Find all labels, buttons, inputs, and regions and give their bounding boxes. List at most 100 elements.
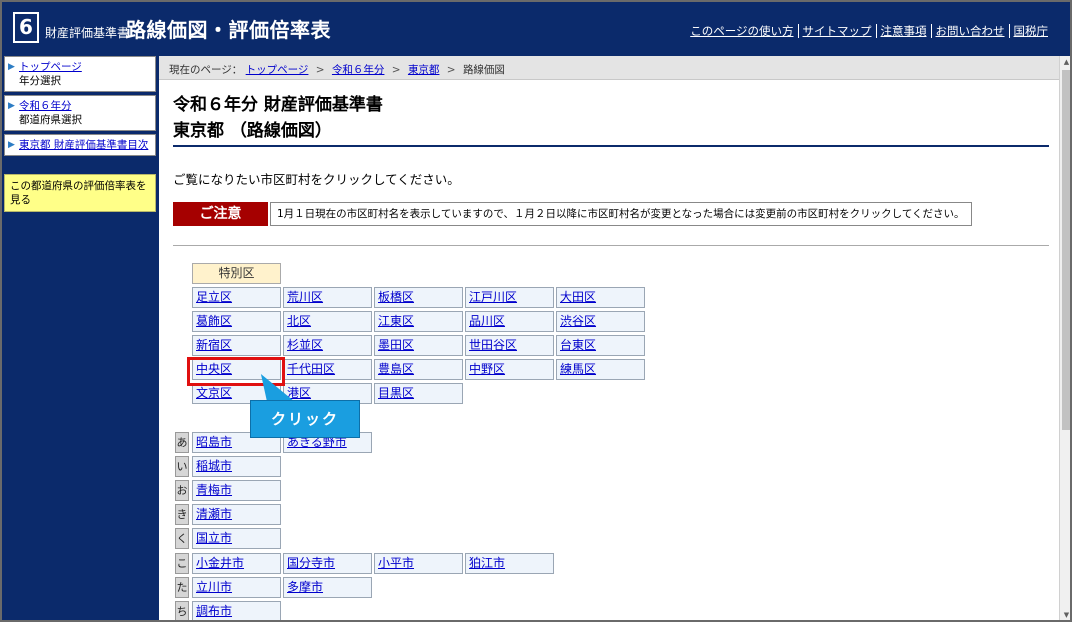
ward-link[interactable]: 葛飾区 xyxy=(196,314,232,328)
browser-frame: 6 財産評価基準書 路線価図・評価倍率表 このページの使い方 サイトマップ 注意… xyxy=(0,0,1072,622)
ward-cell: 板橋区 xyxy=(374,287,463,308)
ward-link[interactable]: 中野区 xyxy=(469,362,505,376)
ward-link[interactable]: 墨田区 xyxy=(378,338,414,352)
ward-link[interactable]: 杉並区 xyxy=(287,338,323,352)
breadcrumb-link-year[interactable]: 令和６年分 xyxy=(332,64,385,76)
city-link[interactable]: 清瀬市 xyxy=(196,507,232,521)
city-link[interactable]: 小金井市 xyxy=(196,556,244,570)
click-callout: クリック xyxy=(250,400,360,438)
header-link-sitemap[interactable]: サイトマップ xyxy=(799,24,877,38)
kana-index: こ xyxy=(175,553,189,574)
ward-cell: 墨田区 xyxy=(374,335,463,356)
city-cell: 小平市 xyxy=(374,553,463,574)
ward-cell: 台東区 xyxy=(556,335,645,356)
city-link[interactable]: 国立市 xyxy=(196,531,232,545)
ward-cell: 中野区 xyxy=(465,359,554,380)
kana-index: き xyxy=(175,504,189,525)
kana-index: お xyxy=(175,480,189,501)
city-cell: 国立市 xyxy=(192,528,281,549)
city-cell: 国分寺市 xyxy=(283,553,372,574)
sidebar-link-year[interactable]: 令和６年分 xyxy=(11,100,72,112)
sidebar-item-sub: 都道府県選択 xyxy=(19,114,82,126)
logo-icon: 6 xyxy=(13,12,39,43)
ward-group-header: 特別区 xyxy=(192,263,281,284)
logo-subtitle: 財産評価基準書 xyxy=(45,26,130,40)
triangle-bullet-icon: ▶ xyxy=(8,101,15,111)
scroll-up-arrow-icon[interactable]: ▲ xyxy=(1060,56,1070,69)
city-link[interactable]: 小平市 xyxy=(378,556,414,570)
breadcrumb: 現在のページ： トップページ > 令和６年分 > 東京都 > 路線価図 xyxy=(159,56,1059,80)
city-cell: 稲城市 xyxy=(192,456,281,477)
scroll-thumb[interactable] xyxy=(1062,70,1070,430)
ward-link[interactable]: 豊島区 xyxy=(378,362,414,376)
ward-cell: 品川区 xyxy=(465,311,554,332)
ward-link[interactable]: 板橋区 xyxy=(378,290,414,304)
ward-cell: 世田谷区 xyxy=(465,335,554,356)
kana-index: ち xyxy=(175,601,189,620)
ward-link[interactable]: 足立区 xyxy=(196,290,232,304)
ward-link[interactable]: 世田谷区 xyxy=(469,338,517,352)
ward-link[interactable]: 大田区 xyxy=(560,290,596,304)
city-link[interactable]: 稲城市 xyxy=(196,459,232,473)
ward-link[interactable]: 千代田区 xyxy=(287,362,335,376)
ward-link[interactable]: 品川区 xyxy=(469,314,505,328)
caution-text: 1月１日現在の市区町村名を表示していますので、１月２日以降に市区町村名が変更とな… xyxy=(270,202,972,226)
ward-link[interactable]: 江戸川区 xyxy=(469,290,517,304)
ward-cell: 荒川区 xyxy=(283,287,372,308)
title-divider xyxy=(173,145,1049,147)
city-cell: 調布市 xyxy=(192,601,281,620)
city-cell: 清瀬市 xyxy=(192,504,281,525)
header-link-nta[interactable]: 国税庁 xyxy=(1010,24,1049,38)
instruction-text: ご覧になりたい市区町村をクリックしてください。 xyxy=(173,172,460,187)
sidebar-item-year: ▶ 令和６年分 都道府県選択 xyxy=(4,95,156,131)
ward-link[interactable]: 新宿区 xyxy=(196,338,232,352)
kana-index: た xyxy=(175,577,189,598)
breadcrumb-current: 路線価図 xyxy=(462,64,505,76)
breadcrumb-prefix: 現在のページ： xyxy=(169,64,243,76)
vertical-scrollbar[interactable]: ▲ ▼ xyxy=(1059,56,1070,620)
header-link-usage[interactable]: このページの使い方 xyxy=(686,24,799,38)
ward-link[interactable]: 渋谷区 xyxy=(560,314,596,328)
city-link[interactable]: 調布市 xyxy=(196,604,232,618)
header-link-notes[interactable]: 注意事項 xyxy=(877,24,932,38)
scroll-down-arrow-icon[interactable]: ▼ xyxy=(1060,609,1070,620)
ward-cell: 江東区 xyxy=(374,311,463,332)
site-header: 6 財産評価基準書 路線価図・評価倍率表 このページの使い方 サイトマップ 注意… xyxy=(2,2,1070,56)
ward-cell: 北区 xyxy=(283,311,372,332)
city-cell: 多摩市 xyxy=(283,577,372,598)
sidebar-link-top[interactable]: トップページ xyxy=(11,61,82,73)
breadcrumb-separator: > xyxy=(446,64,456,76)
sidebar-link-tokyo-index[interactable]: 東京都 財産評価基準書目次 xyxy=(11,139,148,151)
ward-cell: 足立区 xyxy=(192,287,281,308)
ward-cell: 目黒区 xyxy=(374,383,463,404)
breadcrumb-separator: > xyxy=(391,64,401,76)
breadcrumb-link-top[interactable]: トップページ xyxy=(246,64,309,76)
ward-link[interactable]: 文京区 xyxy=(196,386,232,400)
ward-cell: 新宿区 xyxy=(192,335,281,356)
caution-box: ご注意 1月１日現在の市区町村名を表示していますので、１月２日以降に市区町村名が… xyxy=(173,202,972,226)
kana-index: く xyxy=(175,528,189,549)
ward-link[interactable]: 目黒区 xyxy=(378,386,414,400)
page-title-year: 令和６年分 財産評価基準書 xyxy=(173,95,383,115)
ward-link[interactable]: 荒川区 xyxy=(287,290,323,304)
city-link[interactable]: 国分寺市 xyxy=(287,556,335,570)
breadcrumb-link-tokyo[interactable]: 東京都 xyxy=(408,64,440,76)
ward-cell: 千代田区 xyxy=(283,359,372,380)
page-title-prefecture: 東京都 （路線価図） xyxy=(173,121,332,141)
city-link[interactable]: 昭島市 xyxy=(196,435,232,449)
city-cell: 青梅市 xyxy=(192,480,281,501)
city-link[interactable]: 立川市 xyxy=(196,580,232,594)
ward-link[interactable]: 江東区 xyxy=(378,314,414,328)
sidebar: ▶ トップページ 年分選択 ▶ 令和６年分 都道府県選択 ▶ 東京都 財産評価基… xyxy=(4,56,156,620)
ward-link[interactable]: 練馬区 xyxy=(560,362,596,376)
sidebar-link-rate-table[interactable]: この都道府県の評価倍率表を見る xyxy=(4,174,156,212)
content-divider xyxy=(173,245,1049,246)
triangle-bullet-icon: ▶ xyxy=(8,140,15,150)
header-link-contact[interactable]: お問い合わせ xyxy=(932,24,1010,38)
city-link[interactable]: 多摩市 xyxy=(287,580,323,594)
ward-link[interactable]: 台東区 xyxy=(560,338,596,352)
city-link[interactable]: 狛江市 xyxy=(469,556,505,570)
header-nav: このページの使い方 サイトマップ 注意事項 お問い合わせ 国税庁 xyxy=(686,24,1048,38)
city-link[interactable]: 青梅市 xyxy=(196,483,232,497)
ward-link[interactable]: 北区 xyxy=(287,314,311,328)
